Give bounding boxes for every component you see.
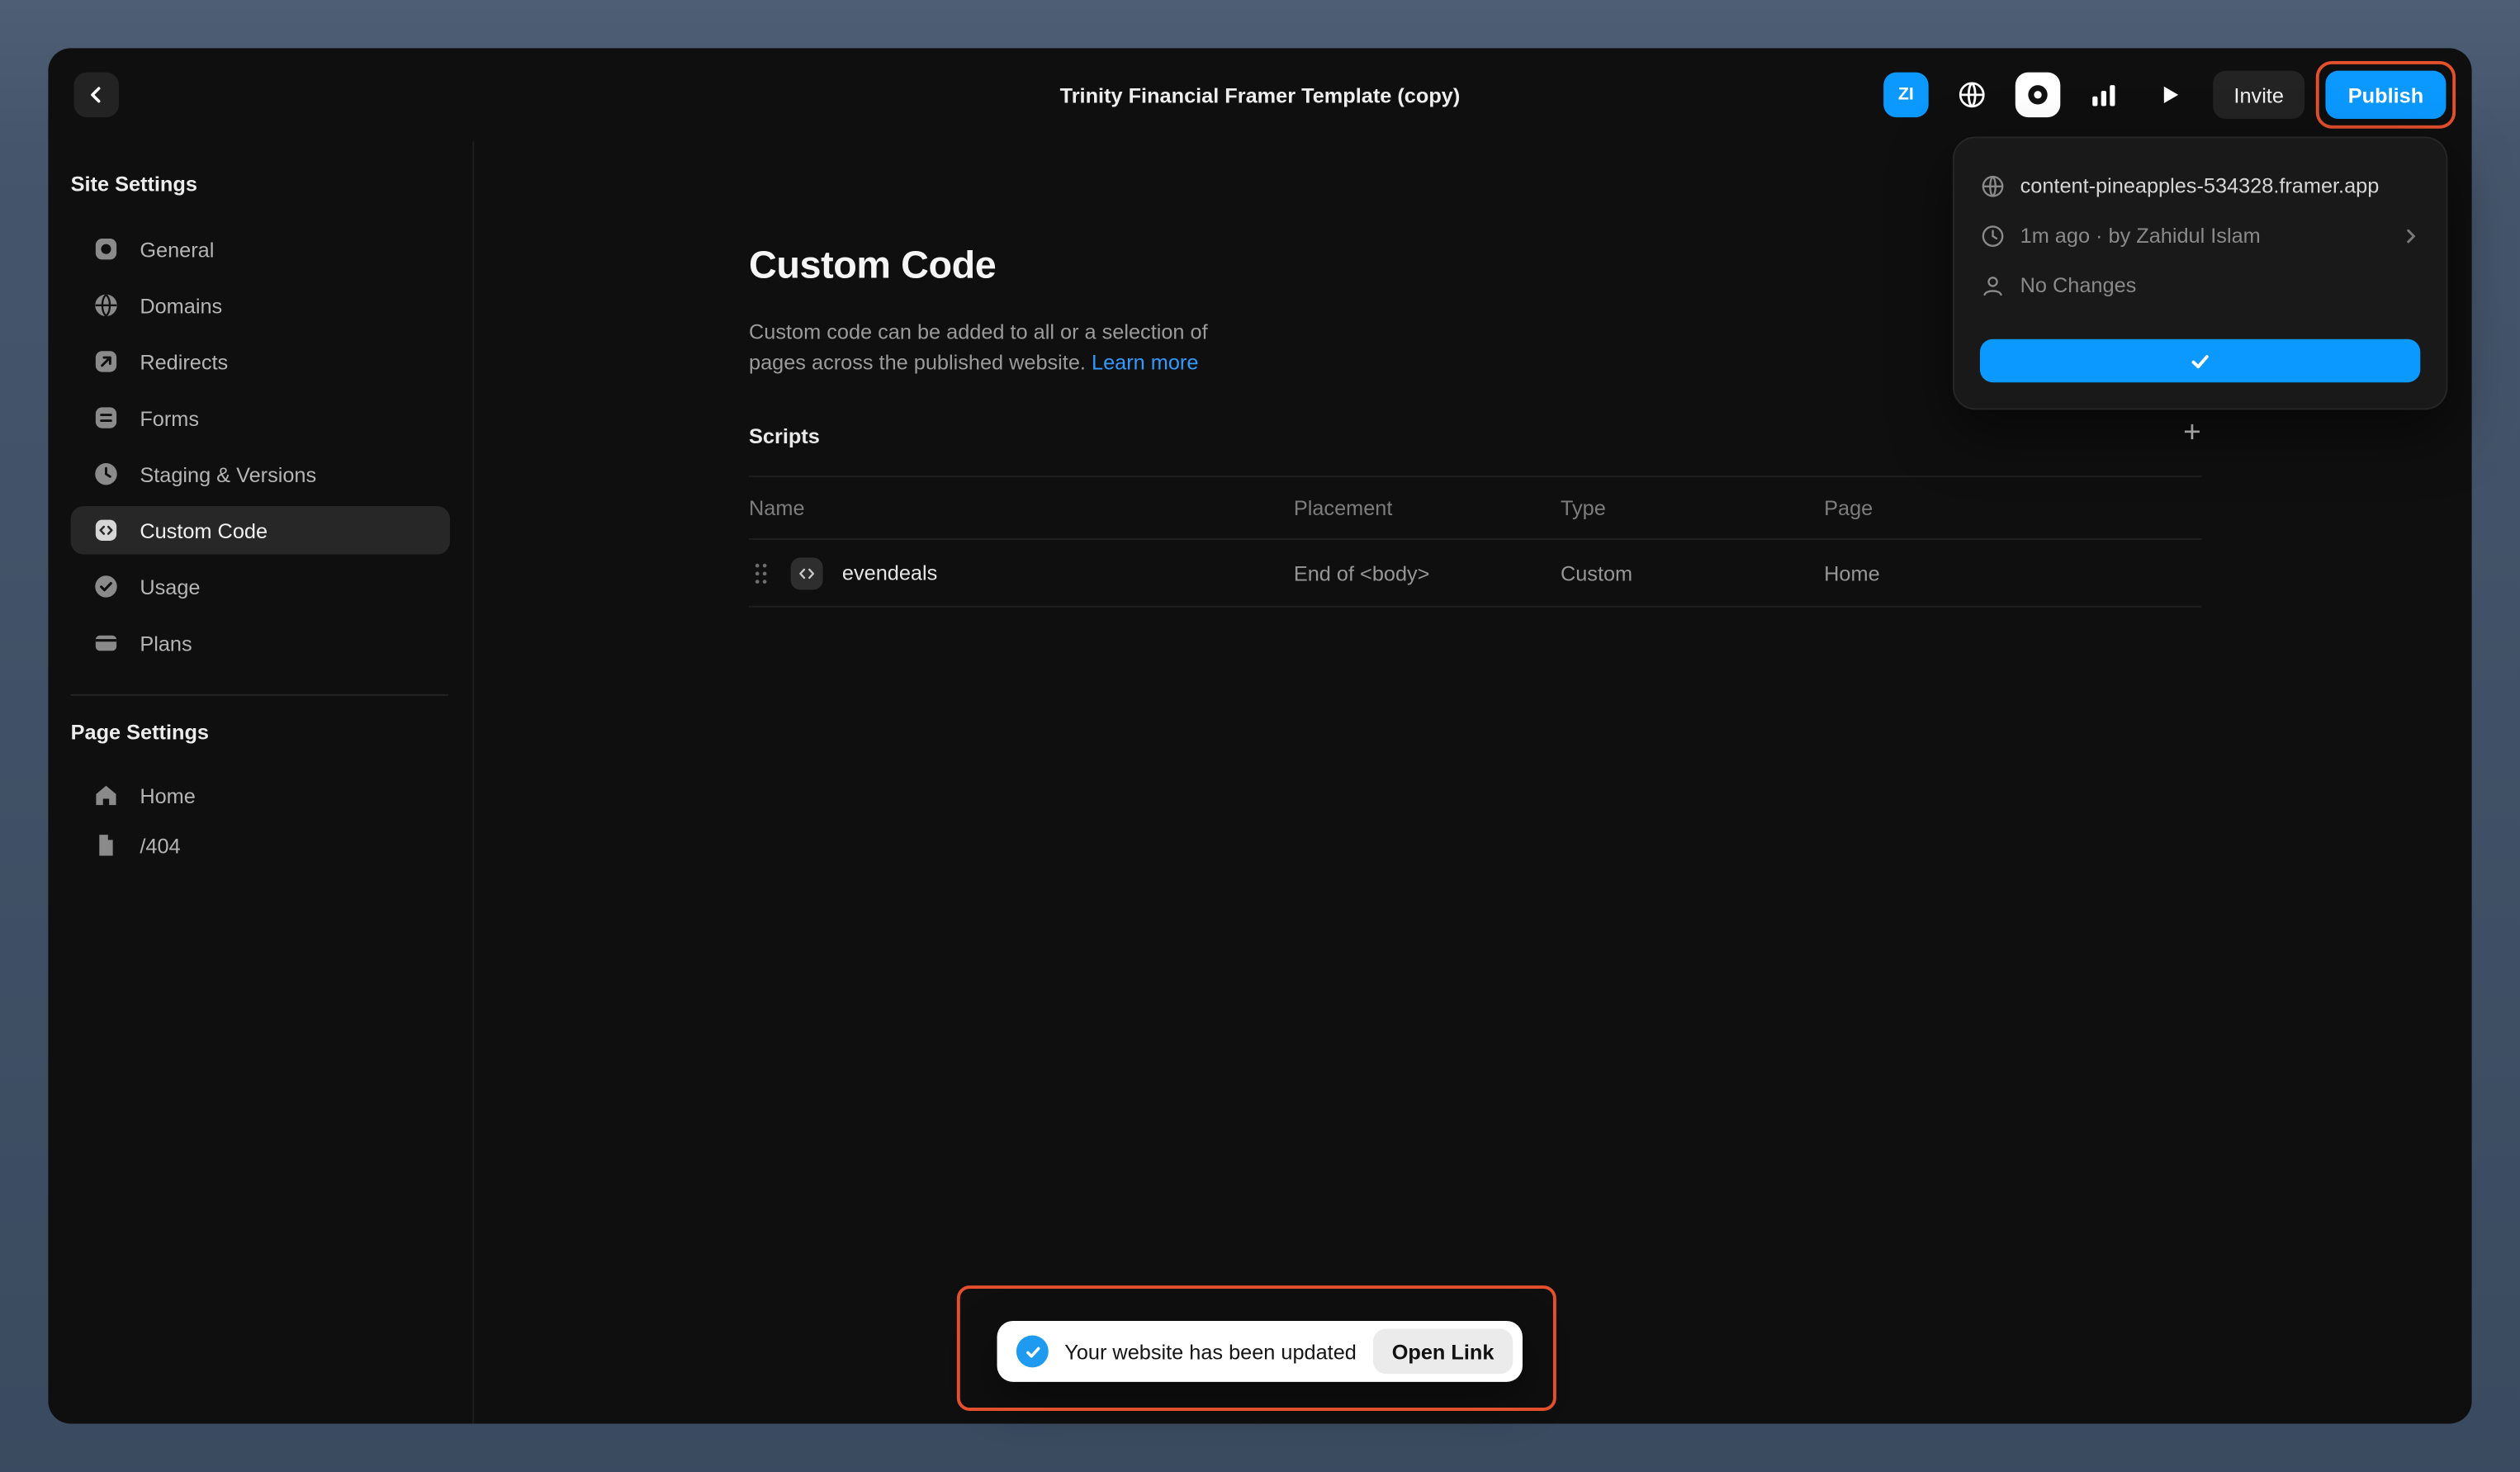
sidebar-item-home-page[interactable]: Home: [71, 771, 450, 819]
sidebar-item-label: Staging & Versions: [140, 462, 316, 486]
scripts-table: Name Placement Type Page evendeals End o…: [749, 476, 2202, 608]
page-description: Custom code can be added to all or a sel…: [749, 316, 1208, 377]
scripts-section-heading: Scripts: [749, 424, 820, 448]
sidebar-item-forms[interactable]: Forms: [71, 394, 450, 442]
globe-icon: [1956, 78, 1988, 111]
script-placement: End of <body>: [1294, 561, 1430, 585]
play-icon: [2157, 82, 2182, 107]
check-icon: [2189, 349, 2211, 372]
record-button[interactable]: [2016, 73, 2060, 117]
sidebar-item-label: /404: [140, 833, 180, 857]
sidebar-item-plans[interactable]: Plans: [71, 618, 450, 666]
update-toast: Your website has been updated Open Link: [997, 1321, 1523, 1382]
column-header-page: Page: [1824, 495, 1873, 519]
chevron-right-icon: [2401, 225, 2420, 244]
popover-history-row[interactable]: 1m ago · by Zahidul Islam: [1980, 211, 2420, 260]
script-name-cell: evendeals: [749, 540, 937, 606]
general-icon: [93, 236, 119, 262]
home-icon: [93, 783, 119, 808]
column-header-name: Name: [749, 495, 805, 519]
code-icon: [93, 518, 119, 543]
framer-settings-window: Trinity Financial Framer Template (copy)…: [48, 48, 2471, 1423]
domains-icon: [93, 292, 119, 318]
sidebar-item-label: General: [140, 237, 214, 261]
popover-domain-row[interactable]: content-pineapples-534328.framer.app: [1980, 161, 2420, 211]
sidebar-item-label: Custom Code: [140, 518, 268, 542]
publish-confirm-button[interactable]: [1980, 339, 2420, 383]
script-type: Custom: [1561, 561, 1632, 585]
sidebar: Site Settings General Domains Redirects: [48, 141, 474, 1423]
sidebar-item-usage[interactable]: Usage: [71, 562, 450, 610]
globe-icon: [1980, 173, 2006, 198]
page-title: Custom Code: [749, 244, 996, 289]
sidebar-item-label: Usage: [140, 575, 200, 599]
sidebar-item-label: Domains: [140, 293, 222, 317]
invite-button[interactable]: Invite: [2213, 71, 2304, 119]
sidebar-divider: [71, 694, 448, 696]
open-link-button[interactable]: Open Link: [1372, 1329, 1513, 1374]
check-circle-icon: [93, 574, 119, 599]
person-icon: [1980, 272, 2006, 298]
popover-changes-row: No Changes: [1980, 260, 2420, 310]
sidebar-item-404-page[interactable]: /404: [71, 821, 450, 869]
published-domain: content-pineapples-534328.framer.app: [2020, 173, 2380, 197]
column-header-type: Type: [1561, 495, 1606, 519]
site-settings-heading: Site Settings: [71, 172, 197, 196]
add-script-button[interactable]: +: [2173, 414, 2212, 453]
topbar: ZI: [48, 48, 2471, 141]
publish-history: 1m ago · by Zahidul Islam: [2020, 224, 2261, 248]
redirects-icon: [93, 348, 119, 374]
description-line-1: Custom code can be added to all or a sel…: [749, 319, 1208, 343]
card-icon: [93, 630, 119, 656]
script-name: evendeals: [842, 561, 937, 585]
sidebar-item-custom-code[interactable]: Custom Code: [71, 506, 450, 554]
column-header-placement: Placement: [1294, 495, 1393, 519]
sidebar-item-staging-versions[interactable]: Staging & Versions: [71, 450, 450, 498]
clock-icon: [1980, 223, 2006, 248]
publish-button-wrap: Publish: [2326, 71, 2447, 119]
desktop-background: Trinity Financial Framer Template (copy)…: [0, 0, 2520, 1472]
analytics-button[interactable]: [2082, 73, 2126, 117]
changes-status: No Changes: [2020, 273, 2137, 297]
bar-chart-icon: [2089, 80, 2118, 109]
description-line-2: pages across the published website.: [749, 350, 1086, 374]
sidebar-item-label: Forms: [140, 405, 199, 429]
user-avatar[interactable]: ZI: [1883, 73, 1928, 117]
clock-icon: [93, 461, 119, 487]
scripts-table-header: Name Placement Type Page: [749, 476, 2202, 540]
publish-popover: content-pineapples-534328.framer.app 1m …: [1953, 136, 2447, 409]
sidebar-item-general[interactable]: General: [71, 225, 450, 272]
script-row[interactable]: evendeals End of <body> Custom Home: [749, 540, 2202, 608]
globe-button[interactable]: [1949, 73, 1994, 117]
script-page: Home: [1824, 561, 1880, 585]
sidebar-item-label: Redirects: [140, 349, 228, 373]
sidebar-item-redirects[interactable]: Redirects: [71, 338, 450, 386]
forms-icon: [93, 405, 119, 430]
script-code-icon: [791, 556, 823, 589]
back-button[interactable]: [74, 73, 119, 117]
learn-more-link[interactable]: Learn more: [1092, 350, 1198, 374]
page-icon: [93, 832, 119, 858]
preview-button[interactable]: [2147, 73, 2191, 117]
toast-message: Your website has been updated: [1064, 1339, 1357, 1363]
record-icon: [2025, 82, 2050, 107]
chevron-left-icon: [85, 83, 107, 106]
success-check-icon: [1016, 1335, 1049, 1367]
drag-handle-icon[interactable]: [754, 561, 769, 584]
sidebar-item-label: Plans: [140, 631, 192, 655]
publish-button[interactable]: Publish: [2326, 71, 2447, 119]
page-settings-heading: Page Settings: [71, 720, 209, 744]
topbar-actions: ZI: [1883, 71, 2446, 119]
sidebar-item-label: Home: [140, 783, 196, 807]
sidebar-item-domains[interactable]: Domains: [71, 282, 450, 329]
toast-wrap: Your website has been updated Open Link: [997, 1321, 1523, 1382]
